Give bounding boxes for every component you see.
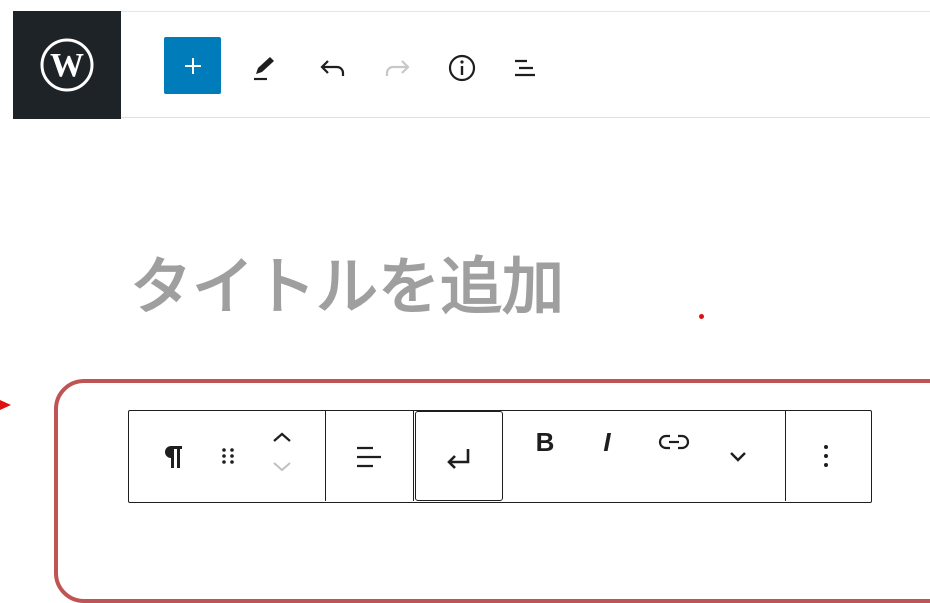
annotation-arrow-icon: [0, 400, 11, 410]
line-break-button[interactable]: [415, 411, 503, 501]
list-view-icon: [515, 59, 535, 77]
tools-button[interactable]: [245, 50, 281, 86]
move-down-button[interactable]: [267, 455, 297, 479]
red-dot-marker: [699, 314, 704, 319]
editor-header: W: [13, 11, 930, 119]
post-title-input[interactable]: タイトルを追加: [130, 236, 564, 326]
move-up-icon: [273, 432, 291, 442]
block-toolbar: B I: [128, 410, 872, 503]
options-button[interactable]: [809, 435, 843, 477]
more-rich-text-button[interactable]: [719, 441, 757, 471]
move-down-icon: [273, 462, 291, 472]
list-view-button[interactable]: [507, 50, 543, 86]
link-button[interactable]: [653, 425, 695, 459]
info-icon: [448, 54, 476, 82]
wordpress-icon: W: [40, 38, 94, 92]
toolbar-divider: [785, 411, 786, 501]
undo-icon: [320, 60, 345, 76]
more-options-icon: [824, 445, 828, 467]
drag-handle-icon: [222, 448, 234, 464]
drag-handle[interactable]: [213, 437, 243, 475]
link-icon: [658, 434, 690, 450]
align-left-icon: [357, 446, 381, 468]
svg-text:W: W: [50, 47, 84, 84]
wordpress-logo[interactable]: W: [13, 11, 121, 119]
toolbar-divider: [325, 411, 326, 501]
paragraph-icon: [165, 446, 182, 468]
plus-icon: [184, 57, 201, 74]
pencil-icon: [254, 57, 274, 81]
chevron-down-icon: [730, 452, 746, 462]
redo-button[interactable]: [379, 52, 415, 84]
details-button[interactable]: [444, 50, 480, 86]
italic-button[interactable]: I: [589, 425, 625, 459]
line-break-icon-wrap: [438, 440, 478, 476]
block-inserter-button[interactable]: [164, 37, 221, 94]
bold-button[interactable]: B: [525, 425, 565, 459]
undo-button[interactable]: [315, 52, 351, 84]
redo-icon: [385, 60, 410, 76]
block-type-button[interactable]: [153, 435, 191, 477]
move-up-button[interactable]: [267, 425, 297, 449]
align-button[interactable]: [347, 435, 391, 479]
toolbar-divider: [413, 411, 414, 501]
enter-icon: [447, 449, 470, 469]
